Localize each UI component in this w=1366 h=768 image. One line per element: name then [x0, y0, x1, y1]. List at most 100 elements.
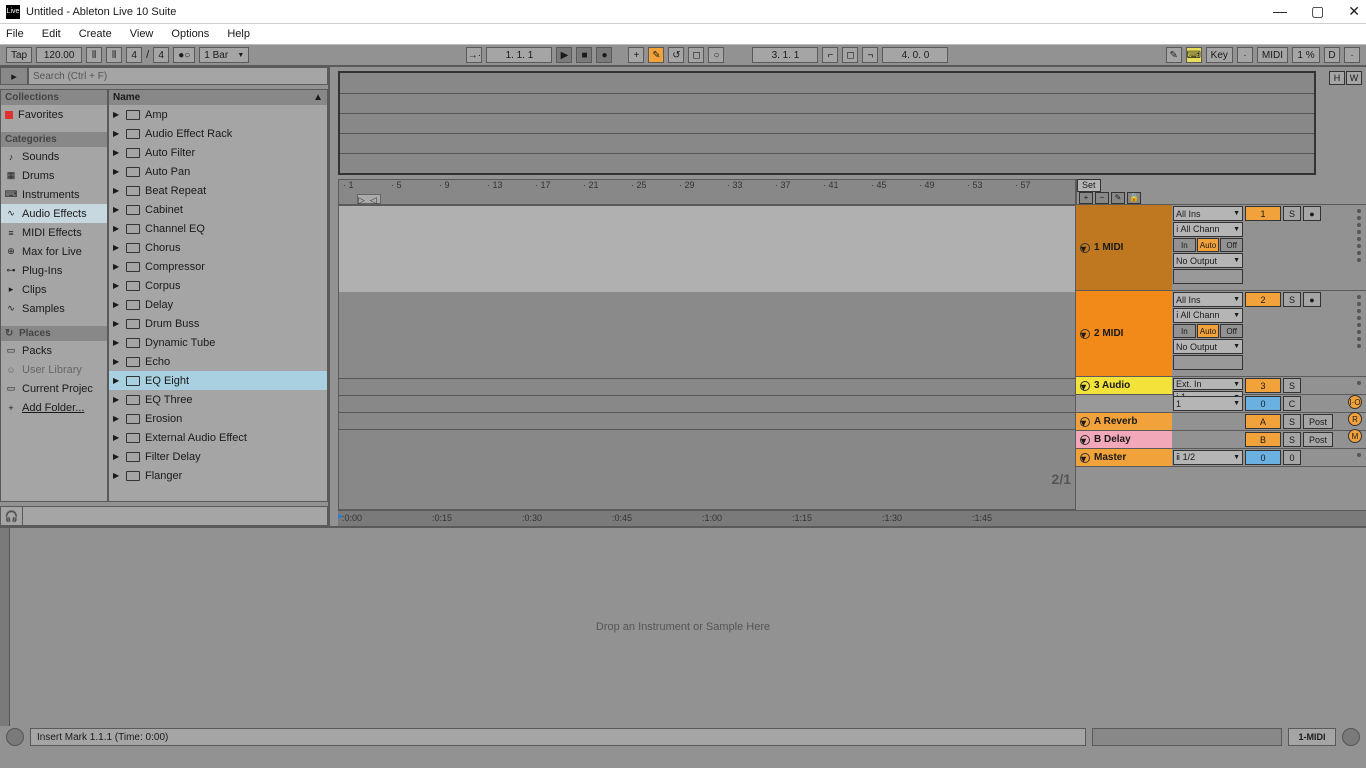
device-item[interactable]: ▶Cabinet — [109, 200, 327, 219]
metronome-button[interactable]: ●○ — [173, 47, 195, 63]
device-view[interactable]: Drop an Instrument or Sample Here — [0, 526, 1366, 726]
fold-icon[interactable]: ▾ — [1080, 453, 1090, 463]
track-title[interactable]: ▾1 MIDI — [1076, 205, 1172, 290]
c-button[interactable]: C — [1283, 396, 1301, 411]
device-item[interactable]: ▶Auto Pan — [109, 162, 327, 181]
favorites-item[interactable]: Favorites — [1, 105, 107, 124]
category-max-for-live[interactable]: ⊕Max for Live — [1, 242, 107, 261]
device-item[interactable]: ▶Amp — [109, 105, 327, 124]
record-button[interactable]: ● — [596, 47, 612, 63]
device-item[interactable]: ▶EQ Three — [109, 390, 327, 409]
overdub-button[interactable]: + — [628, 47, 644, 63]
reenable-automation-button[interactable]: ↺ — [668, 47, 684, 63]
menu-view[interactable]: View — [130, 28, 154, 40]
time-sig-den[interactable]: 4 — [153, 47, 169, 63]
cue-button[interactable]: 0 — [1283, 450, 1301, 465]
set-button[interactable]: Set — [1077, 179, 1101, 192]
menu-help[interactable]: Help — [227, 28, 250, 40]
menu-file[interactable]: File — [6, 28, 24, 40]
track-header[interactable]: ▾1 MIDIAll Ins▼ⅰ All Chann▼InAutoOffNo O… — [1076, 205, 1366, 291]
preview-toggle-button[interactable]: 🎧 — [1, 507, 23, 525]
output-select[interactable]: ⅱ 1/2▼ — [1173, 450, 1243, 465]
monitor-off-button[interactable]: Off — [1220, 324, 1243, 338]
device-item[interactable]: ▶Audio Effect Rack — [109, 124, 327, 143]
arm-button[interactable]: ● — [1303, 206, 1321, 221]
io-section-button[interactable]: I·O — [1348, 395, 1362, 409]
stop-button[interactable]: ■ — [576, 47, 592, 63]
capture-scene-button[interactable]: − — [1095, 192, 1109, 204]
fold-icon[interactable]: ▾ — [1080, 435, 1090, 445]
track-title[interactable]: ▾A Reverb — [1076, 413, 1172, 430]
track-activator-button[interactable]: A — [1245, 414, 1281, 429]
device-tab-handle[interactable] — [0, 528, 10, 726]
track-header[interactable]: ▾A Reverb ASPost — [1076, 413, 1366, 431]
arrangement-overview[interactable] — [338, 71, 1316, 175]
input-channel-select[interactable]: ⅰ All Chann▼ — [1173, 222, 1243, 237]
fold-icon[interactable]: ▾ — [1080, 417, 1090, 427]
show-hide-w-button[interactable]: W — [1346, 71, 1362, 85]
track-activator-button[interactable]: 0 — [1245, 450, 1281, 465]
track-title[interactable]: ▾3 Audio — [1076, 377, 1172, 394]
arrangement-timeline[interactable]: 2/1 — [338, 205, 1076, 510]
device-item[interactable]: ▶Echo — [109, 352, 327, 371]
solo-button[interactable]: S — [1283, 432, 1301, 447]
device-item[interactable]: ▶External Audio Effect — [109, 428, 327, 447]
device-item[interactable]: ▶Chorus — [109, 238, 327, 257]
close-button[interactable]: ✕ — [1348, 3, 1360, 20]
device-item[interactable]: ▶Auto Filter — [109, 143, 327, 162]
fold-icon[interactable]: ▾ — [1080, 381, 1090, 391]
arm-button[interactable]: ● — [1303, 292, 1321, 307]
device-item[interactable]: ▶Filter Delay — [109, 447, 327, 466]
capture-button[interactable]: ◻ — [688, 47, 704, 63]
output-select[interactable]: No Output▼ — [1173, 253, 1243, 268]
monitor-off-button[interactable]: Off — [1220, 238, 1243, 252]
track-lane-b[interactable] — [339, 412, 1075, 429]
category-samples[interactable]: ∿Samples — [1, 299, 107, 318]
track-activator-button[interactable]: B — [1245, 432, 1281, 447]
new-scene-button[interactable]: + — [1079, 192, 1093, 204]
input-type-select[interactable]: All Ins▼ — [1173, 292, 1243, 307]
loop-button[interactable]: ◻ — [842, 47, 858, 63]
category-clips[interactable]: ▸Clips — [1, 280, 107, 299]
time-ruler[interactable]: ▸ :0:00:0:15:0:30:0:45:1:00:1:15:1:30:1:… — [338, 510, 1366, 526]
menu-edit[interactable]: Edit — [42, 28, 61, 40]
place-user-library[interactable]: ☺User Library — [1, 360, 107, 379]
device-item[interactable]: ▶Dynamic Tube — [109, 333, 327, 352]
minimize-button[interactable]: — — [1273, 3, 1287, 20]
track-header[interactable]: ▾B Delay BSPost — [1076, 431, 1366, 449]
track-activator-button[interactable]: 3 — [1245, 378, 1281, 393]
forward-button[interactable] — [1342, 728, 1360, 746]
loop-length[interactable]: 4. 0. 0 — [882, 47, 948, 63]
solo-button[interactable]: S — [1283, 378, 1301, 393]
lock-button[interactable]: 🔒 — [1127, 192, 1141, 204]
punch-in-button[interactable]: ⌐ — [822, 47, 838, 63]
monitor-auto-button[interactable]: Auto — [1197, 324, 1220, 338]
device-item[interactable]: ▶Erosion — [109, 409, 327, 428]
device-item[interactable]: ▶Corpus — [109, 276, 327, 295]
play-button[interactable]: ▶ — [556, 47, 572, 63]
monitor-in-button[interactable]: In — [1173, 324, 1196, 338]
solo-button[interactable]: S — [1283, 414, 1301, 429]
track-header[interactable]: ▾2 MIDIAll Ins▼ⅰ All Chann▼InAutoOffNo O… — [1076, 291, 1366, 377]
post-button[interactable]: Post — [1303, 432, 1333, 447]
category-midi-effects[interactable]: ≡MIDI Effects — [1, 223, 107, 242]
fold-icon[interactable]: ▾ — [1080, 243, 1090, 253]
device-item[interactable]: ▶Channel EQ — [109, 219, 327, 238]
category-plug-ins[interactable]: ⊶Plug-Ins — [1, 261, 107, 280]
track-lane-master[interactable] — [339, 429, 1075, 446]
return-section-button[interactable]: R — [1348, 412, 1362, 426]
output-select[interactable]: No Output▼ — [1173, 339, 1243, 354]
overload-indicator[interactable]: D — [1324, 47, 1340, 63]
mixer-section-button[interactable]: M — [1348, 429, 1362, 443]
monitor-auto-button[interactable]: Auto — [1197, 238, 1220, 252]
arrange-position[interactable]: 1. 1. 1 — [486, 47, 552, 63]
post-button[interactable]: Post — [1303, 414, 1333, 429]
track-title[interactable]: ▾B Delay — [1076, 431, 1172, 448]
track-lane-3[interactable] — [339, 378, 1075, 395]
device-item[interactable]: ▶Drum Buss — [109, 314, 327, 333]
search-input[interactable]: Search (Ctrl + F) — [28, 67, 328, 85]
menu-create[interactable]: Create — [79, 28, 112, 40]
place-add-folder-[interactable]: +Add Folder... — [1, 398, 107, 417]
nudge-down-button[interactable]: ⦀ — [86, 47, 102, 63]
automation-lane-button[interactable]: ✎ — [1111, 192, 1125, 204]
